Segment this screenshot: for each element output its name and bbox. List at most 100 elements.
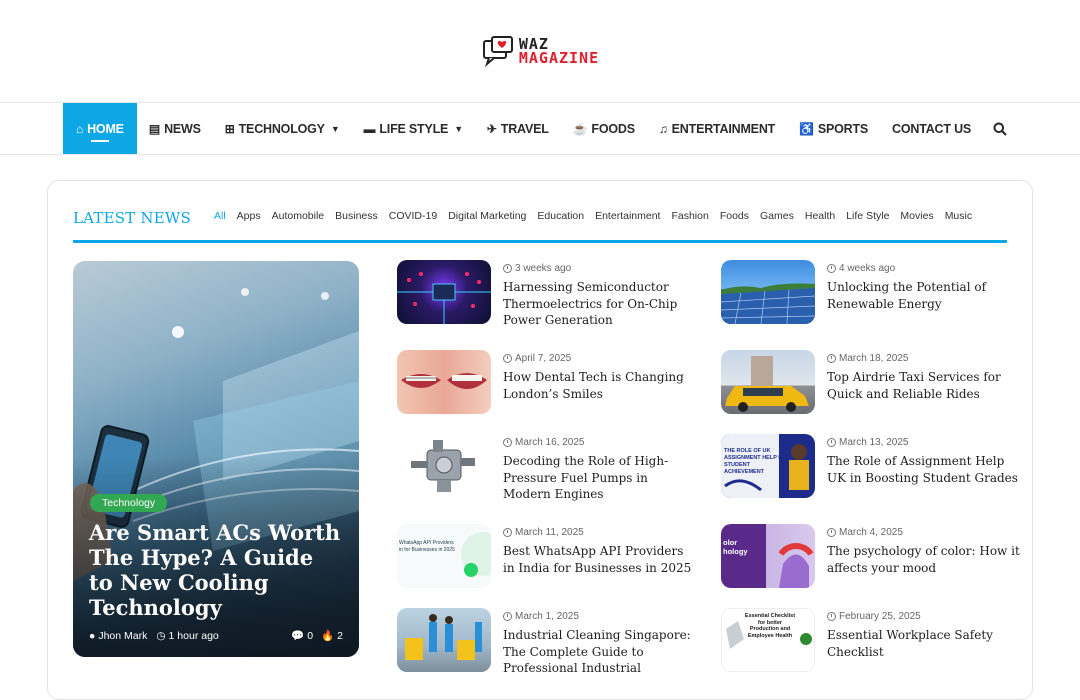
tab-music[interactable]: Music <box>945 210 972 222</box>
cleaning-image <box>405 614 482 660</box>
block-title: LATEST NEWS <box>73 209 191 227</box>
nav-sports-label: SPORTS <box>817 121 869 136</box>
user-icon: ● <box>89 629 96 642</box>
chat-heart-icon <box>482 36 513 68</box>
tab-health[interactable]: Health <box>805 210 835 222</box>
list-item: olor hology March 4, 2025 The psychology… <box>721 524 1021 590</box>
list-item: March 18, 2025 Top Airdrie Taxi Services… <box>721 350 1021 416</box>
featured-author[interactable]: Jhon Mark <box>98 630 147 642</box>
featured-category-badge[interactable]: Technology <box>90 494 168 512</box>
thumb-caption: Essential Checklist for better Productio… <box>744 613 796 639</box>
thumb-caption: THE ROLE OF UK ASSIGNMENT HELP IN STUDEN… <box>724 448 784 475</box>
post-date: February 25, 2025 <box>839 611 921 622</box>
tab-business[interactable]: Business <box>335 210 378 222</box>
featured-comments[interactable]: 0 <box>307 630 313 642</box>
thumb-caption: WhatsApp API Providers in for Businesses… <box>399 540 455 553</box>
fuel-pump-image <box>411 440 475 492</box>
tab-entertainment[interactable]: Entertainment <box>595 210 660 222</box>
nav-home[interactable]: ⌂ HOME <box>62 103 137 154</box>
category-tabs: All Apps Automobile Business COVID-19 Di… <box>214 210 983 222</box>
latest-news-block: LATEST NEWS All Apps Automobile Business… <box>47 180 1033 700</box>
post-title[interactable]: The Role of Assignment Help UK in Boosti… <box>827 453 1021 486</box>
clock-icon <box>503 528 512 537</box>
tab-apps[interactable]: Apps <box>237 210 261 222</box>
post-thumbnail[interactable] <box>721 260 815 324</box>
post-thumbnail[interactable] <box>397 260 491 324</box>
featured-views: 2 <box>337 629 343 642</box>
post-thumbnail[interactable] <box>397 434 491 498</box>
tab-digital-marketing[interactable]: Digital Marketing <box>448 210 526 222</box>
post-thumbnail[interactable]: THE ROLE OF UK ASSIGNMENT HELP IN STUDEN… <box>721 434 815 498</box>
clock-icon <box>827 612 836 621</box>
nav-life-style[interactable]: ▬ LIFE STYLE ▼ <box>352 103 475 154</box>
post-thumbnail[interactable] <box>397 608 491 672</box>
tab-foods[interactable]: Foods <box>720 210 749 222</box>
search-icon <box>993 122 1007 136</box>
nav-contact-label: CONTACT US <box>892 121 972 136</box>
logo-line2: MAGAZINE <box>518 49 600 67</box>
post-title[interactable]: How Dental Tech is Changing London’s Smi… <box>503 369 697 402</box>
tab-life-style[interactable]: Life Style <box>846 210 889 222</box>
post-date: March 13, 2025 <box>839 437 909 448</box>
nav-travel[interactable]: ✈ TRAVEL <box>475 103 561 154</box>
post-title[interactable]: Industrial Cleaning Singapore: The Compl… <box>503 627 697 677</box>
nav-technology[interactable]: ⊞ TECHNOLOGY ▼ <box>213 103 352 154</box>
nav-news-label: NEWS <box>164 121 201 136</box>
tab-education[interactable]: Education <box>537 210 584 222</box>
list-item: Essential Checklist for better Productio… <box>721 608 1021 674</box>
tab-all[interactable]: All <box>214 210 226 222</box>
post-thumbnail[interactable]: WhatsApp API Providers in for Businesses… <box>397 524 491 588</box>
taxi-image <box>725 356 809 412</box>
tab-games[interactable]: Games <box>760 210 794 222</box>
post-title[interactable]: Harnessing Semiconductor Thermoelectrics… <box>503 279 697 329</box>
post-title[interactable]: Decoding the Role of High-Pressure Fuel … <box>503 453 697 503</box>
clock-icon <box>503 438 512 447</box>
block-header: LATEST NEWS All Apps Automobile Business… <box>73 207 1007 243</box>
post-title[interactable]: The psychology of color: How it affects … <box>827 543 1021 576</box>
post-date: 3 weeks ago <box>515 263 572 274</box>
newspaper-icon: ▤ <box>148 121 161 136</box>
post-title[interactable]: Top Airdrie Taxi Services for Quick and … <box>827 369 1021 402</box>
nav-contact[interactable]: CONTACT US <box>880 103 983 154</box>
clock-icon <box>827 264 836 273</box>
list-item: 3 weeks ago Harnessing Semiconductor The… <box>397 260 697 329</box>
post-date: March 16, 2025 <box>515 437 585 448</box>
solar-panels-image <box>721 283 815 324</box>
site-logo[interactable]: WAZ MAGAZINE <box>481 34 599 68</box>
clock-icon <box>503 612 512 621</box>
wheelchair-icon: ♿ <box>799 121 814 136</box>
post-thumbnail[interactable]: olor hology <box>721 524 815 588</box>
tab-fashion[interactable]: Fashion <box>671 210 708 222</box>
nav-life-style-label: LIFE STYLE <box>379 121 449 136</box>
nav-sports[interactable]: ♿ SPORTS <box>787 103 880 154</box>
clock-icon <box>827 528 836 537</box>
nav-entertainment-label: ENTERTAINMENT <box>671 121 776 136</box>
chip-image <box>397 272 491 324</box>
post-date: March 11, 2025 <box>515 527 584 538</box>
post-thumbnail[interactable] <box>397 350 491 414</box>
tab-covid-19[interactable]: COVID-19 <box>389 210 437 222</box>
nav-foods[interactable]: ☕ FOODS <box>561 103 647 154</box>
list-item: THE ROLE OF UK ASSIGNMENT HELP IN STUDEN… <box>721 434 1021 500</box>
nav-foods-label: FOODS <box>591 121 635 136</box>
post-thumbnail[interactable]: Essential Checklist for better Productio… <box>721 608 815 672</box>
tab-automobile[interactable]: Automobile <box>272 210 325 222</box>
car-icon: ▬ <box>363 121 376 136</box>
header: WAZ MAGAZINE <box>0 0 1080 103</box>
tab-movies[interactable]: Movies <box>900 210 933 222</box>
comment-icon: 💬 <box>291 630 305 642</box>
search-button[interactable] <box>983 103 1017 154</box>
featured-post[interactable]: Technology Are Smart ACs Worth The Hype?… <box>73 261 359 657</box>
list-item: March 16, 2025 Decoding the Role of High… <box>397 434 697 503</box>
clock-icon <box>827 354 836 363</box>
featured-title[interactable]: Are Smart ACs Worth The Hype? A Guide to… <box>89 520 343 620</box>
post-thumbnail[interactable] <box>721 350 815 414</box>
post-title[interactable]: Best WhatsApp API Providers in India for… <box>503 543 697 576</box>
nav-entertainment[interactable]: ♫ ENTERTAINMENT <box>647 103 787 154</box>
post-title[interactable]: Essential Workplace Safety Checklist <box>827 627 1021 660</box>
clock-icon: ◷ <box>156 629 166 642</box>
post-title[interactable]: Unlocking the Potential of Renewable Ene… <box>827 279 1021 312</box>
nav-news[interactable]: ▤ NEWS <box>137 103 213 154</box>
music-icon: ♫ <box>658 121 668 136</box>
nav-travel-label: TRAVEL <box>500 121 549 136</box>
